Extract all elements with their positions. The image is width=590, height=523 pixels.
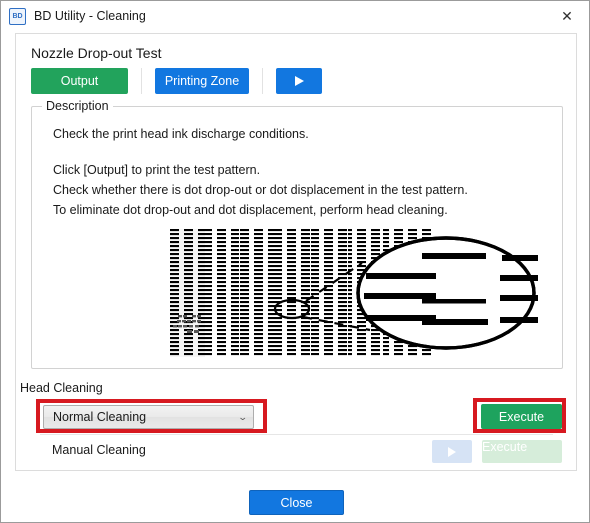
dialog-window: BD BD Utility - Cleaning ✕ Nozzle Drop-o… [0, 0, 590, 523]
cleaning-mode-select[interactable]: Normal Cleaning ⌄ [43, 405, 254, 429]
description-line-2: Click [Output] to print the test pattern… [53, 163, 261, 177]
play-triangle-icon [448, 446, 456, 457]
pattern-band-gray-light [170, 229, 205, 357]
play-triangle-icon [294, 76, 304, 86]
play-button[interactable] [276, 68, 322, 94]
window-title: BD Utility - Cleaning [34, 9, 146, 23]
pattern-band-gray-dark [311, 229, 348, 357]
pattern-band-magenta [275, 229, 311, 357]
section-title: Nozzle Drop-out Test [31, 45, 162, 61]
close-button[interactable]: Close [249, 490, 344, 515]
manual-cleaning-label: Manual Cleaning [52, 443, 146, 457]
pattern-band-gray-light-2 [205, 229, 239, 357]
chevron-down-icon: ⌄ [238, 411, 249, 422]
toolbar: Output Printing Zone [31, 68, 322, 94]
output-button[interactable]: Output [31, 68, 128, 94]
manual-play-button-disabled [432, 440, 472, 463]
close-icon[interactable]: ✕ [545, 1, 589, 31]
title-bar: BD BD Utility - Cleaning ✕ [1, 1, 589, 31]
toolbar-separator [141, 68, 142, 94]
head-cleaning-label: Head Cleaning [20, 381, 103, 395]
cleaning-mode-value: Normal Cleaning [53, 410, 147, 424]
execute-button[interactable]: Execute [481, 404, 562, 429]
description-legend: Description [42, 99, 113, 113]
printing-zone-button[interactable]: Printing Zone [155, 68, 249, 94]
toolbar-separator [262, 68, 263, 94]
manual-execute-button-disabled: Execute [482, 440, 562, 463]
main-panel: Nozzle Drop-out Test Output Printing Zon… [15, 33, 577, 471]
description-line-4: To eliminate dot drop-out and dot displa… [53, 203, 448, 217]
description-text: Check the print head ink discharge condi… [53, 124, 468, 220]
test-pattern-illustration [170, 229, 538, 357]
description-line-1: Check the print head ink discharge condi… [53, 127, 309, 141]
description-line-3: Check whether there is dot drop-out or d… [53, 183, 468, 197]
magnifier-callout [356, 236, 538, 350]
app-icon: BD [9, 7, 26, 25]
description-group: Description Check the print head ink dis… [31, 99, 563, 369]
row-divider [40, 434, 553, 435]
pattern-band-yellow [239, 229, 275, 357]
